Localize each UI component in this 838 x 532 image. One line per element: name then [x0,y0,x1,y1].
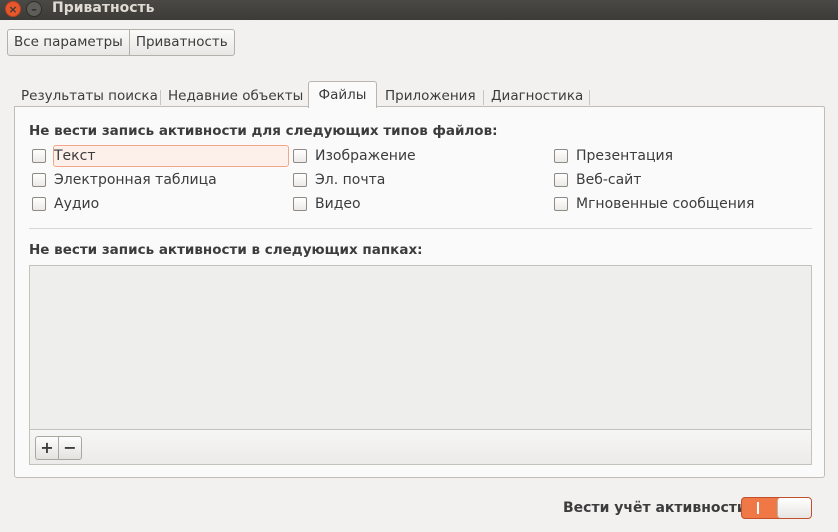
checkbox-video-label[interactable]: Видео [315,195,361,213]
folder-button-group: + − [35,436,82,460]
checkbox-image[interactable] [293,149,307,163]
checkbox-website-label[interactable]: Веб-сайт [576,171,641,189]
folders-heading: Не вести запись активности в следующих п… [29,242,423,258]
breadcrumb: Все параметры Приватность [7,29,235,56]
checkbox-presentation-label[interactable]: Презентация [576,147,673,165]
file-types-heading: Не вести запись активности для следующих… [29,123,498,139]
minimize-icon[interactable]: – [26,1,42,17]
checkbox-audio[interactable] [32,197,46,211]
checkbox-instant-messages[interactable] [554,197,568,211]
tab-recent-items[interactable]: Недавние объекты [168,86,303,107]
tab-applications[interactable]: Приложения [385,86,476,107]
window-title: Приватность [52,0,155,16]
add-folder-button[interactable]: + [36,437,58,459]
activity-recording-switch[interactable] [741,497,812,519]
switch-knob[interactable] [777,498,811,518]
tab-separator [160,90,161,105]
tab-search-results[interactable]: Результаты поиска [21,86,158,107]
checkbox-email[interactable] [293,173,307,187]
checkbox-email-label[interactable]: Эл. почта [315,171,385,189]
excluded-folders-list[interactable] [29,265,812,430]
checkbox-text[interactable] [32,149,46,163]
checkbox-audio-label[interactable]: Аудио [54,195,99,213]
remove-folder-button[interactable]: − [58,437,81,459]
breadcrumb-all-settings[interactable]: Все параметры [8,30,129,55]
title-bar: × – Приватность [0,0,838,20]
activity-recording-label: Вести учёт активности [563,500,747,516]
folder-list-toolbar: + − [29,430,812,465]
checkbox-text-label[interactable]: Текст [54,147,95,165]
switch-on-indicator [757,502,759,514]
tab-separator [589,90,590,105]
tab-diagnostics[interactable]: Диагностика [491,86,583,107]
checkbox-video[interactable] [293,197,307,211]
close-icon[interactable]: × [5,1,21,17]
files-panel: Не вести запись активности для следующих… [14,106,825,478]
checkbox-spreadsheet-label[interactable]: Электронная таблица [54,171,217,189]
checkbox-presentation[interactable] [554,149,568,163]
breadcrumb-privacy[interactable]: Приватность [128,30,234,55]
tab-files[interactable]: Файлы [308,81,377,108]
section-divider [29,228,812,229]
checkbox-instant-messages-label[interactable]: Мгновенные сообщения [576,195,754,213]
checkbox-website[interactable] [554,173,568,187]
tab-separator [483,90,484,105]
checkbox-spreadsheet[interactable] [32,173,46,187]
checkbox-image-label[interactable]: Изображение [315,147,416,165]
